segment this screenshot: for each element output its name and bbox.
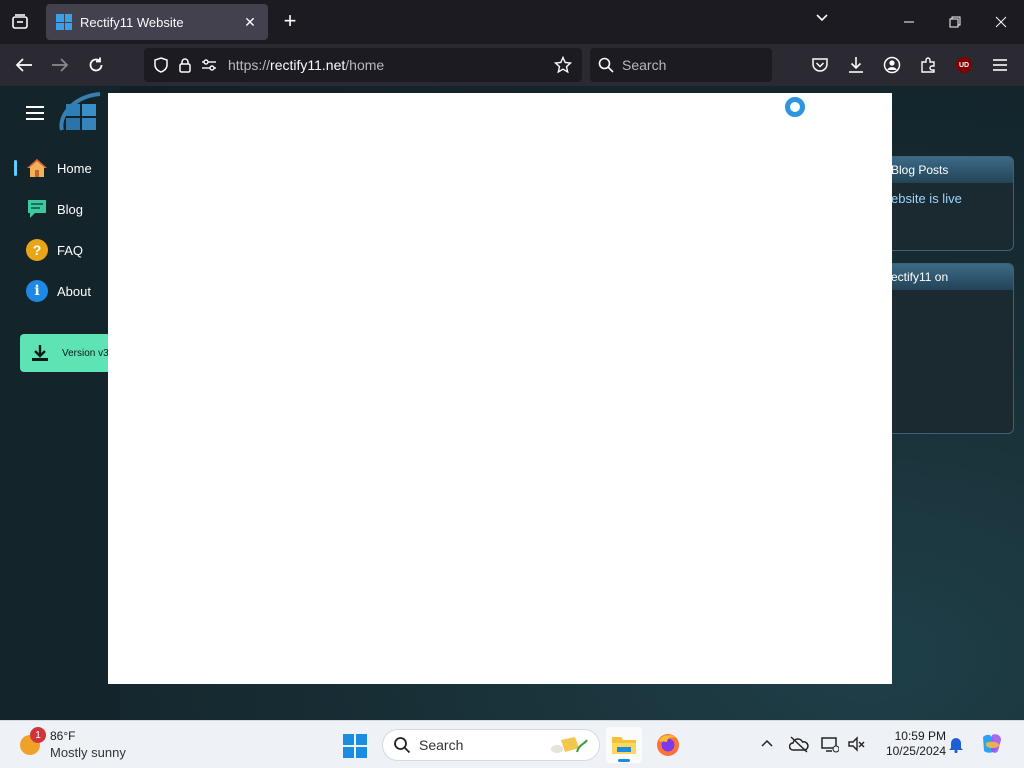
chevron-up-icon[interactable]: [756, 733, 778, 755]
navigation-toolbar: https://rectify11.net/home Search UD: [0, 44, 1024, 86]
minimize-button[interactable]: [886, 0, 932, 44]
info-icon: i: [26, 280, 48, 302]
restore-button[interactable]: [932, 0, 978, 44]
notification-badge: 1: [30, 727, 46, 743]
forward-arrow-icon[interactable]: [46, 51, 74, 79]
windows-taskbar: 1 86°F Mostly sunny Search 10:59 PM 10/2…: [0, 720, 1024, 768]
search-placeholder: Search: [622, 57, 667, 73]
extensions-icon[interactable]: [914, 51, 942, 79]
blog-chat-icon: [26, 198, 48, 220]
rectify11-logo: [56, 90, 104, 138]
search-highlight-icon: [551, 737, 588, 753]
card-title: ectify11 on: [881, 264, 1013, 290]
volume-muted-icon[interactable]: [845, 733, 867, 755]
sidebar-item-blog[interactable]: Blog: [0, 193, 120, 225]
site-sidebar: Home Blog ? FAQ i About: [0, 86, 120, 720]
url-path: /home: [345, 57, 385, 73]
firefox-icon[interactable]: [650, 727, 686, 763]
notification-bell-icon[interactable]: [945, 733, 967, 755]
running-indicator: [618, 759, 630, 762]
weather-temp: 86°F: [50, 729, 76, 743]
search-input[interactable]: Search: [590, 48, 772, 82]
web-page: Home Blog ? FAQ i About Version v3 Blog …: [0, 86, 1024, 720]
onedrive-offline-icon[interactable]: [788, 733, 810, 755]
tab-title: Rectify11 Website: [80, 14, 184, 30]
blog-posts-card: Blog Posts ebsite is live: [880, 156, 1014, 251]
windows-favicon-icon: [56, 14, 72, 30]
card-title: Blog Posts: [881, 157, 1013, 183]
pocket-icon[interactable]: [806, 51, 834, 79]
card-body: [881, 290, 1013, 306]
hamburger-menu-icon[interactable]: [26, 106, 44, 120]
taskbar-search-input[interactable]: Search: [382, 729, 600, 761]
question-icon: ?: [26, 239, 48, 261]
search-icon: [598, 57, 614, 73]
menu-icon[interactable]: [986, 51, 1014, 79]
rectify11-feed-card: ectify11 on: [880, 263, 1014, 434]
weather-widget[interactable]: 1 86°F Mostly sunny: [18, 727, 158, 763]
loading-spinner-icon: [785, 97, 805, 117]
url-prefix: https://: [228, 57, 271, 73]
permissions-icon[interactable]: [198, 54, 220, 76]
clock-time: 10:59 PM: [894, 729, 946, 743]
bookmark-star-icon[interactable]: [552, 54, 574, 76]
ublock-origin-icon[interactable]: UD: [950, 51, 978, 79]
version-label: Version v3: [62, 347, 109, 359]
sidebar-item-label: FAQ: [57, 242, 84, 258]
sidebar-item-label: Home: [57, 160, 92, 176]
url-text[interactable]: https://rectify11.net/home: [228, 57, 546, 73]
tab-close-icon[interactable]: ✕: [240, 14, 260, 31]
sidebar-item-home[interactable]: Home: [0, 152, 120, 184]
system-clock[interactable]: 10:59 PM 10/25/2024: [872, 729, 946, 759]
card-link[interactable]: ebsite is live: [881, 183, 1013, 214]
tab-list-icon[interactable]: [6, 8, 34, 36]
download-icon: [32, 345, 48, 361]
start-windows-icon[interactable]: [343, 734, 367, 758]
close-window-button[interactable]: [978, 0, 1024, 44]
downloads-icon[interactable]: [842, 51, 870, 79]
network-icon[interactable]: [819, 733, 841, 755]
back-arrow-icon[interactable]: [10, 51, 38, 79]
clock-date: 10/25/2024: [885, 744, 946, 758]
new-tab-button[interactable]: +: [278, 10, 302, 34]
reload-icon[interactable]: [82, 51, 110, 79]
taskbar-search-label: Search: [419, 737, 464, 753]
file-explorer-icon[interactable]: [606, 727, 642, 763]
tracking-shield-icon[interactable]: [150, 54, 172, 76]
lock-icon[interactable]: [174, 54, 196, 76]
browser-tab-strip: Rectify11 Website ✕ +: [0, 0, 1024, 44]
address-bar[interactable]: https://rectify11.net/home: [144, 48, 582, 82]
ublock-badge: UD: [956, 57, 972, 73]
sidebar-item-about[interactable]: i About: [0, 275, 120, 307]
search-icon: [394, 737, 411, 754]
account-icon[interactable]: [878, 51, 906, 79]
copilot-icon[interactable]: [980, 733, 1004, 755]
loading-overlay: [108, 93, 892, 684]
tab-rectify11[interactable]: Rectify11 Website ✕: [46, 4, 268, 40]
sidebar-item-label: Blog: [57, 201, 84, 217]
home-icon: [26, 157, 48, 179]
url-host: rectify11.net: [270, 57, 346, 73]
chevron-down-icon[interactable]: [814, 10, 830, 31]
sidebar-item-label: About: [57, 283, 91, 299]
weather-condition: Mostly sunny: [50, 745, 126, 760]
sidebar-item-faq[interactable]: ? FAQ: [0, 234, 120, 266]
